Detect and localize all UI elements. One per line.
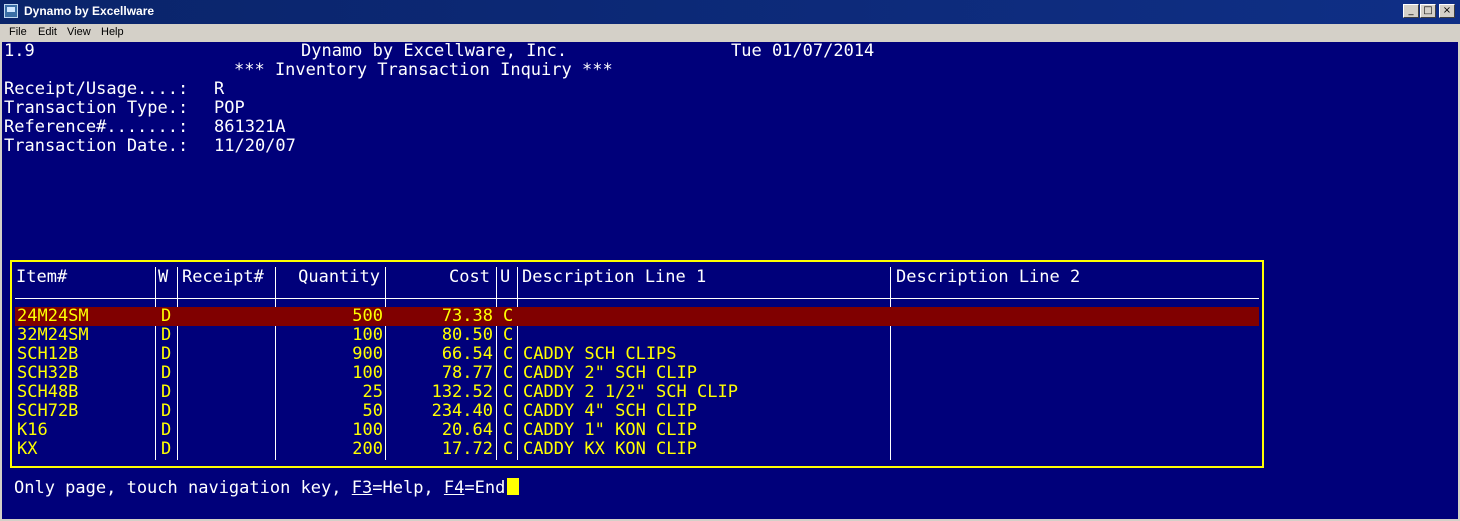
col-header-quantity[interactable]: Quantity xyxy=(274,268,380,287)
f4-text: =End xyxy=(464,478,506,498)
cell-item: K16 xyxy=(17,420,48,440)
table-row[interactable]: KX D 200 17.72 C CADDY KX KON CLIP xyxy=(15,440,1259,459)
col-header-desc1[interactable]: Description Line 1 xyxy=(522,268,706,287)
transaction-type-label: Transaction Type.: xyxy=(4,98,189,118)
cell-u: C xyxy=(503,325,514,345)
cell-cost: 80.50 xyxy=(441,325,493,345)
col-header-u[interactable]: U xyxy=(500,268,510,287)
cell-quantity: 100 xyxy=(352,363,383,383)
cell-cost: 17.72 xyxy=(441,439,493,459)
cell-quantity: 50 xyxy=(362,401,383,421)
cell-quantity: 100 xyxy=(352,325,383,345)
col-header-w[interactable]: W xyxy=(158,268,168,287)
transaction-date-label: Transaction Date.: xyxy=(4,136,189,156)
cell-cost: 234.40 xyxy=(431,401,493,421)
cell-desc1: CADDY 2" SCH CLIP xyxy=(523,363,697,383)
f3-key[interactable]: F3 xyxy=(352,478,372,498)
cell-desc1: CADDY 4" SCH CLIP xyxy=(523,401,697,421)
f3-text: =Help, xyxy=(372,478,444,498)
cell-item: 32M24SM xyxy=(17,325,89,345)
cell-desc1: CADDY SCH CLIPS xyxy=(523,344,677,364)
cell-desc1: CADDY 1" KON CLIP xyxy=(523,420,697,440)
app-icon[interactable] xyxy=(4,4,18,18)
table-row[interactable]: SCH72B D 50 234.40 C CADDY 4" SCH CLIP xyxy=(15,402,1259,421)
text-cursor xyxy=(507,478,520,495)
cell-u: C xyxy=(503,344,514,364)
table-row[interactable]: 32M24SM D 100 80.50 C xyxy=(15,326,1259,345)
maximize-button[interactable]: □ xyxy=(1420,4,1436,18)
transaction-date-value[interactable]: 11/20/07 xyxy=(214,137,296,156)
transaction-grid[interactable]: Item# W Receipt# Quantity Cost U Descrip… xyxy=(10,260,1264,468)
cell-w: D xyxy=(161,439,172,459)
window-title: Dynamo by Excellware xyxy=(24,4,155,18)
cell-w: D xyxy=(161,325,172,345)
terminal-screen[interactable]: 1.9 Dynamo by Excellware, Inc. Tue 01/07… xyxy=(2,42,1458,519)
cell-u: C xyxy=(503,382,514,402)
cell-u: C xyxy=(503,363,514,383)
cell-w: D xyxy=(161,344,172,364)
cell-cost: 78.77 xyxy=(441,363,493,383)
header-divider xyxy=(15,298,1259,299)
table-row[interactable]: 24M24SM D 500 73.38 C xyxy=(15,307,1259,326)
menu-bar: File Edit View Help xyxy=(0,24,1460,42)
cell-item: SCH12B xyxy=(17,344,79,364)
cell-u: C xyxy=(503,306,514,326)
transaction-type-value[interactable]: POP xyxy=(214,99,245,118)
menu-edit[interactable]: Edit xyxy=(38,26,57,38)
col-header-item[interactable]: Item# xyxy=(16,268,67,287)
cell-quantity: 500 xyxy=(352,306,383,326)
menu-help[interactable]: Help xyxy=(101,26,124,38)
cell-cost: 132.52 xyxy=(431,382,493,402)
cell-w: D xyxy=(161,363,172,383)
cell-w: D xyxy=(161,420,172,440)
col-header-desc2[interactable]: Description Line 2 xyxy=(896,268,1080,287)
col-header-cost[interactable]: Cost xyxy=(388,268,490,287)
close-button[interactable]: × xyxy=(1439,4,1455,18)
receipt-usage-value[interactable]: R xyxy=(214,80,224,99)
current-date: Tue 01/07/2014 xyxy=(731,41,875,61)
cell-item: SCH32B xyxy=(17,363,79,383)
version-label: 1.9 xyxy=(4,41,35,61)
cell-w: D xyxy=(161,401,172,421)
cell-quantity: 900 xyxy=(352,344,383,364)
cell-quantity: 25 xyxy=(362,382,383,402)
menu-file[interactable]: File xyxy=(9,26,27,38)
cell-quantity: 200 xyxy=(352,439,383,459)
table-row[interactable]: SCH32B D 100 78.77 C CADDY 2" SCH CLIP xyxy=(15,364,1259,383)
menu-view[interactable]: View xyxy=(67,26,91,38)
cell-quantity: 100 xyxy=(352,420,383,440)
minimize-button[interactable]: _ xyxy=(1403,4,1419,18)
cell-item: SCH72B xyxy=(17,401,79,421)
title-bar: Dynamo by Excellware _ □ × xyxy=(0,0,1460,24)
cell-w: D xyxy=(161,382,172,402)
cell-cost: 66.54 xyxy=(441,344,493,364)
table-row[interactable]: SCH12B D 900 66.54 C CADDY SCH CLIPS xyxy=(15,345,1259,364)
cell-desc1: CADDY 2 1/2" SCH CLIP xyxy=(523,382,738,402)
table-row[interactable]: SCH48B D 25 132.52 C CADDY 2 1/2" SCH CLIP xyxy=(15,383,1259,402)
cell-cost: 20.64 xyxy=(441,420,493,440)
cell-item: SCH48B xyxy=(17,382,79,402)
cell-item: KX xyxy=(17,439,38,459)
f4-key[interactable]: F4 xyxy=(444,478,464,498)
cell-u: C xyxy=(503,401,514,421)
status-prefix: Only page, touch navigation key, xyxy=(14,478,352,498)
table-row[interactable]: K16 D 100 20.64 C CADDY 1" KON CLIP xyxy=(15,421,1259,440)
cell-w: D xyxy=(161,306,172,326)
status-line: Only page, touch navigation key, F3=Help… xyxy=(14,478,520,498)
col-header-receipt[interactable]: Receipt# xyxy=(182,268,264,287)
cell-desc1: CADDY KX KON CLIP xyxy=(523,439,697,459)
reference-value[interactable]: 861321A xyxy=(214,118,286,137)
reference-label: Reference#.......: xyxy=(4,117,189,137)
cell-cost: 73.38 xyxy=(441,306,493,326)
cell-u: C xyxy=(503,420,514,440)
receipt-usage-label: Receipt/Usage....: xyxy=(4,79,189,99)
cell-u: C xyxy=(503,439,514,459)
cell-item: 24M24SM xyxy=(17,306,89,326)
screen-title: *** Inventory Transaction Inquiry *** xyxy=(234,60,613,80)
company-name: Dynamo by Excellware, Inc. xyxy=(301,41,568,61)
